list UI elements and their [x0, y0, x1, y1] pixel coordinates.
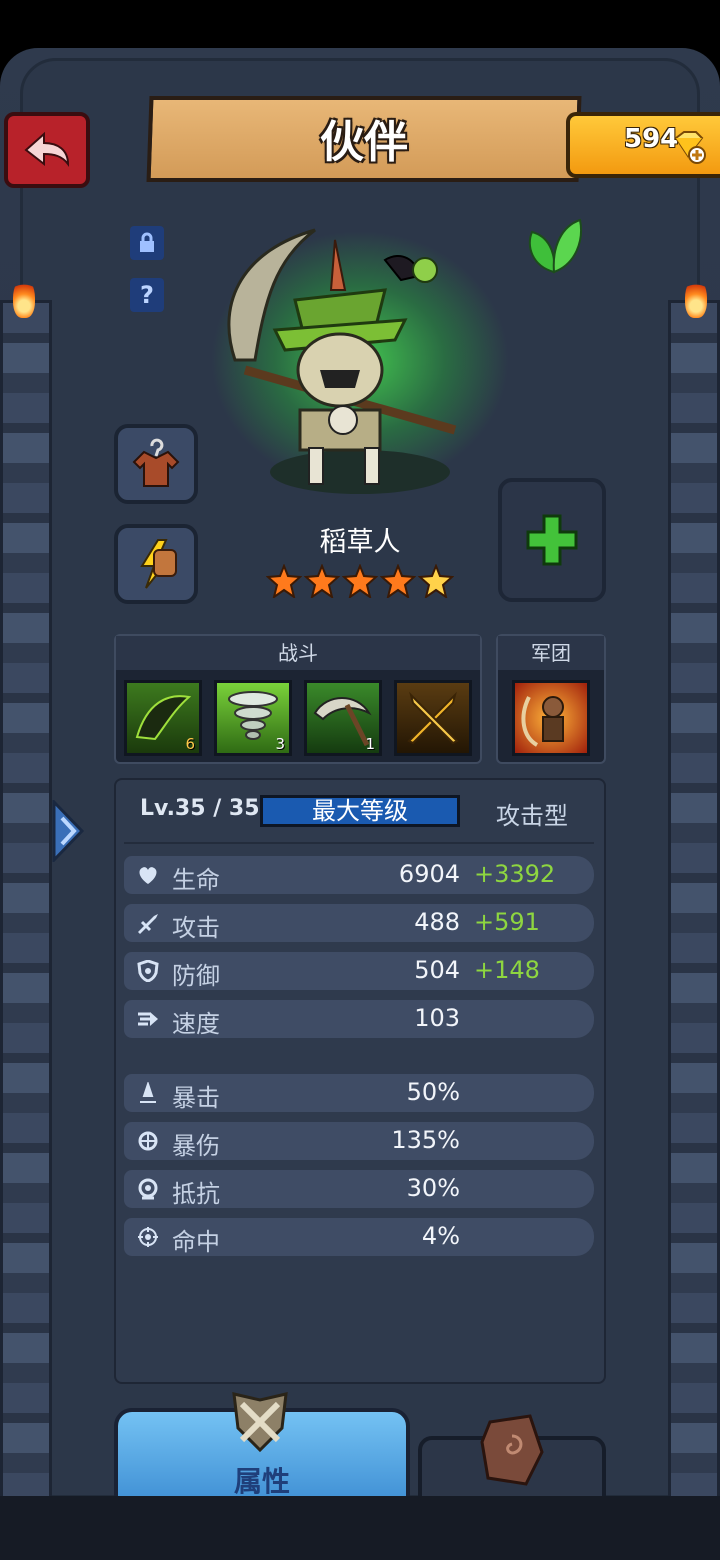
right-pillar — [668, 300, 720, 1500]
stat-value: 4% — [421, 1222, 460, 1250]
torch-flame-icon — [685, 278, 707, 318]
star-icon — [342, 564, 378, 598]
skill-level: 3 — [275, 735, 285, 753]
level-text: Lv.35 / 35 — [140, 796, 260, 821]
legion-skill-slot[interactable] — [512, 680, 590, 756]
stat-value: 50% — [406, 1078, 460, 1106]
leaf-icon — [528, 218, 582, 274]
shield-icon — [137, 960, 159, 982]
lock-icon[interactable] — [130, 226, 164, 260]
back-button[interactable] — [4, 112, 90, 188]
stat-row-resist: 抵抗 30% — [124, 1170, 594, 1208]
hero-type: 攻击型 — [496, 802, 568, 830]
help-icon[interactable]: ? — [130, 278, 164, 312]
combat-skills-panel: 战斗 6 3 1 — [114, 634, 482, 764]
stat-label: 命中 — [172, 1228, 220, 1256]
stat-bonus: +591 — [474, 908, 540, 936]
stat-label: 生命 — [172, 866, 220, 894]
hero-stars — [266, 564, 454, 598]
scarecrow-hero-portrait[interactable] — [205, 220, 475, 490]
combat-skills-header: 战斗 — [116, 636, 480, 670]
stat-label: 暴伤 — [172, 1132, 220, 1160]
stat-label: 防御 — [172, 962, 220, 990]
equipment-button[interactable] — [114, 524, 198, 604]
max-level-badge: 最大等级 — [260, 795, 460, 827]
stat-bonus: +3392 — [474, 860, 556, 888]
stat-value: 135% — [391, 1126, 460, 1154]
skill-slot-crow[interactable]: 6 — [124, 680, 202, 756]
star-icon — [418, 564, 454, 598]
back-arrow-icon — [24, 131, 70, 168]
stat-label: 速度 — [172, 1010, 220, 1038]
stat-row-crit-damage: 暴伤 135% — [124, 1122, 594, 1160]
stat-label: 攻击 — [172, 914, 220, 942]
crit-damage-icon — [138, 1131, 158, 1151]
rune-stone-icon[interactable] — [478, 1412, 546, 1488]
stat-row-defense: 防御 504 +148 — [124, 952, 594, 990]
stat-row-attack: 攻击 488 +591 — [124, 904, 594, 942]
stat-label: 抵抗 — [172, 1180, 220, 1208]
fist-lightning-icon — [140, 539, 177, 589]
crossed-swords-emblem-icon — [232, 1392, 288, 1453]
attack-icon — [138, 914, 158, 934]
left-pillar — [0, 300, 52, 1500]
skill-level: 1 — [365, 735, 375, 753]
add-companion-button[interactable] — [498, 478, 606, 602]
skill-slot-tornado[interactable]: 3 — [214, 680, 292, 756]
stat-row-crit: 暴击 50% — [124, 1074, 594, 1112]
star-icon — [266, 564, 302, 598]
divider — [124, 842, 594, 844]
gem-icon[interactable] — [670, 128, 706, 164]
previous-hero-arrow[interactable] — [52, 800, 86, 862]
hero-name: 稻草人 — [319, 527, 401, 558]
legion-header: 军团 — [498, 636, 604, 670]
stat-value: 488 — [414, 908, 460, 936]
skill-level: 6 — [185, 735, 195, 753]
outfit-button[interactable] — [114, 424, 198, 504]
page-title: 伙伴 — [320, 117, 408, 168]
stat-row-hp: 生命 6904 +3392 — [124, 856, 594, 894]
stat-value: 504 — [414, 956, 460, 984]
star-icon — [380, 564, 416, 598]
skill-slot-swords[interactable] — [394, 680, 472, 756]
stat-row-accuracy: 命中 4% — [124, 1218, 594, 1256]
fire-archer-icon — [521, 696, 564, 747]
stat-bonus: +148 — [474, 956, 540, 984]
stat-value: 6904 — [398, 860, 460, 888]
costume-icon — [132, 438, 180, 487]
torch-flame-icon — [13, 278, 35, 318]
stat-value: 103 — [414, 1004, 460, 1032]
star-icon — [304, 564, 340, 598]
swords-skill-icon — [407, 691, 459, 745]
plus-icon — [526, 514, 578, 566]
crit-icon — [140, 1082, 156, 1103]
skill-slot-scythe[interactable]: 1 — [304, 680, 382, 756]
stat-label: 暴击 — [172, 1084, 220, 1112]
tab-attributes-label: 属性 — [233, 1465, 290, 1498]
accuracy-icon — [138, 1227, 158, 1247]
stat-row-speed: 速度 103 — [124, 1000, 594, 1038]
speed-icon — [138, 1012, 158, 1026]
resist-icon — [138, 1178, 158, 1200]
bottom-bar — [0, 1496, 720, 1560]
stat-value: 30% — [406, 1174, 460, 1202]
legion-skill-panel: 军团 — [496, 634, 606, 764]
heart-icon — [139, 867, 157, 884]
